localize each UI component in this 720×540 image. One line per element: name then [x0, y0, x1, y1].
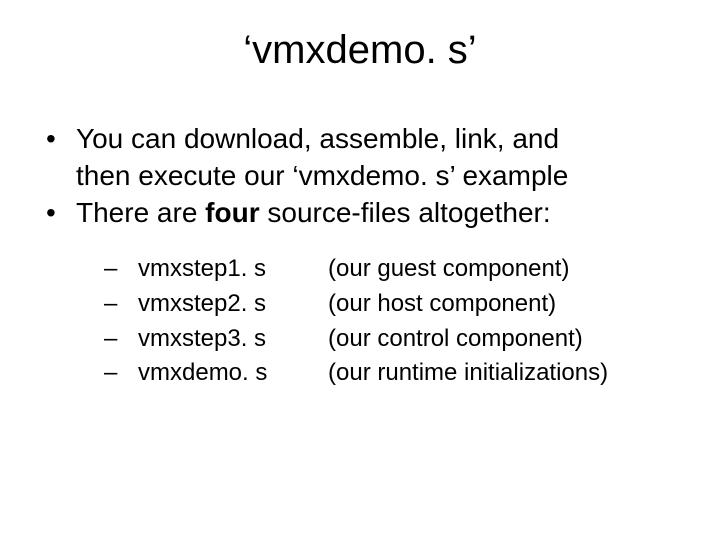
file-name: vmxstep3. s: [138, 322, 328, 357]
file-name: vmxdemo. s: [138, 356, 328, 391]
file-name: vmxstep1. s: [138, 252, 328, 287]
bullet-spacer: [46, 158, 76, 193]
file-desc: (our runtime initializations): [328, 356, 680, 391]
list-item: – vmxdemo. s (our runtime initialization…: [104, 356, 680, 391]
dash-icon: –: [104, 252, 138, 287]
file-desc: (our host component): [328, 287, 680, 322]
slide: ‘vmxdemo. s’ • You can download, assembl…: [0, 0, 720, 540]
bullet-item: • There are four source-files altogether…: [46, 195, 680, 230]
dash-icon: –: [104, 287, 138, 322]
file-desc: (our guest component): [328, 252, 680, 287]
bullet-icon: •: [46, 195, 76, 230]
dash-icon: –: [104, 356, 138, 391]
file-desc: (our control component): [328, 322, 680, 357]
bullet-item: • You can download, assemble, link, and: [46, 121, 680, 156]
sub-list: – vmxstep1. s (our guest component) – vm…: [104, 252, 680, 391]
bullet-text-bold: four: [205, 197, 259, 228]
bullet-text: You can download, assemble, link, and: [76, 121, 559, 156]
bullet-text-part: There are: [76, 197, 205, 228]
list-item: – vmxstep3. s (our control component): [104, 322, 680, 357]
bullet-text-part: source-files altogether:: [260, 197, 551, 228]
slide-title: ‘vmxdemo. s’: [40, 28, 680, 73]
bullet-text: There are four source-files altogether:: [76, 195, 551, 230]
list-item: – vmxstep1. s (our guest component): [104, 252, 680, 287]
dash-icon: –: [104, 322, 138, 357]
bullet-icon: •: [46, 121, 76, 156]
list-item: – vmxstep2. s (our host component): [104, 287, 680, 322]
bullet-list: • You can download, assemble, link, and …: [46, 121, 680, 391]
file-name: vmxstep2. s: [138, 287, 328, 322]
bullet-text: then execute our ‘vmxdemo. s’ example: [76, 158, 568, 193]
bullet-item-cont: then execute our ‘vmxdemo. s’ example: [46, 158, 680, 193]
